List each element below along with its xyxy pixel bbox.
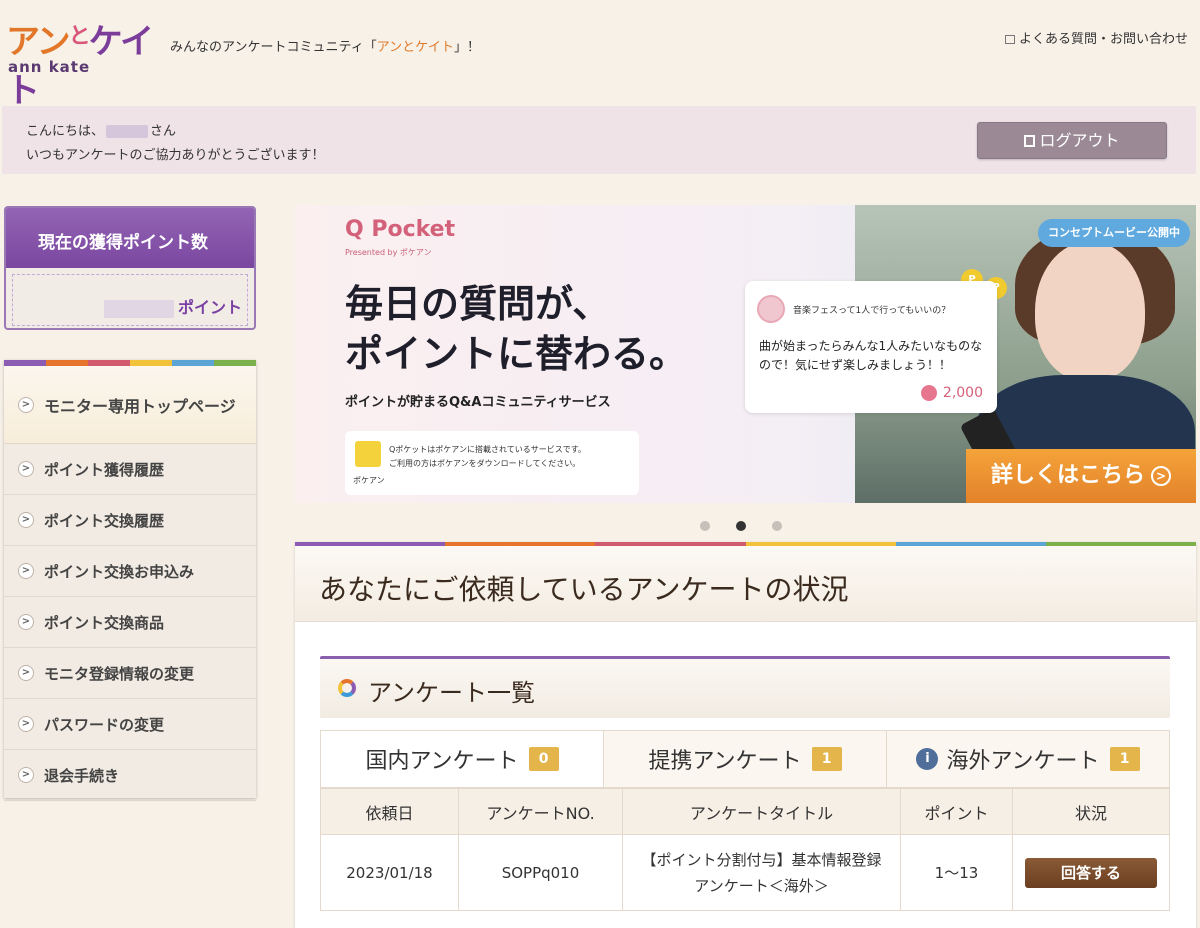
cell-no: SOPPq010 <box>458 834 623 911</box>
sidebar-item-point-history[interactable]: > ポイント獲得履歴 <box>4 444 256 495</box>
chevron-right-icon: > <box>18 716 34 732</box>
photo-face <box>1035 241 1145 381</box>
redacted-points <box>103 299 174 318</box>
cell-title: 【ポイント分割付与】基本情報登録 アンケート＜海外＞ <box>622 834 901 911</box>
chevron-right-icon: > <box>18 512 34 528</box>
table-row: 2023/01/18 SOPPq010 【ポイント分割付与】基本情報登録 アンケ… <box>320 834 1170 911</box>
points-value: ポイント <box>103 294 242 318</box>
stripe-segment <box>1045 542 1197 546</box>
chevron-right-icon: > <box>18 614 34 630</box>
column-header-no: アンケートNO. <box>458 788 623 835</box>
points-title: 現在の獲得ポイント数 <box>6 208 254 268</box>
chevron-right-icon: > <box>18 563 34 579</box>
sidebar-item-profile-edit[interactable]: > モニタ登録情報の変更 <box>4 648 256 699</box>
banner-note-text: Qポケットはポケアンに搭載されているサービスです。 ご利用の方はポケアンをダウン… <box>389 445 586 468</box>
stripe-segment <box>214 360 256 366</box>
greeting-hello: こんにちは、 さん <box>26 124 177 139</box>
banner-note-brand: ポケアン <box>353 476 385 485</box>
chevron-right-icon: > <box>18 767 34 783</box>
site-logo[interactable]: アンとケイト ann kate <box>6 14 166 111</box>
logout-button[interactable]: ログアウト <box>977 122 1167 159</box>
point-coin-icon <box>920 385 937 401</box>
sidebar-item-monitor-top[interactable]: > モニター専用トップページ <box>4 366 256 444</box>
column-header-status: 状況 <box>1012 788 1170 835</box>
tab-partner[interactable]: 提携アンケート 1 <box>604 730 887 788</box>
cell-points: 1～13 <box>900 834 1013 911</box>
stripe-segment <box>88 360 130 366</box>
sidebar-color-stripe <box>4 360 256 366</box>
sidebar-menu: > モニター専用トップページ > ポイント獲得履歴 > ポイント交換履歴 > ポイント交… <box>4 360 256 801</box>
window-icon <box>1004 35 1015 44</box>
qa-points: 2,000 <box>920 385 983 401</box>
stripe-segment <box>745 542 896 546</box>
avatar <box>757 295 785 323</box>
banner-qa-card: 音楽フェスって1人で行ってもいいの？ 曲が始まったらみんな1人みたいなものなので… <box>745 281 997 413</box>
stripe-segment <box>595 542 746 546</box>
chevron-right-icon: > <box>18 665 34 681</box>
banner-brand: Q Pocket <box>345 217 456 242</box>
arrow-circle-icon: > <box>1151 466 1171 486</box>
logout-icon <box>1024 135 1036 147</box>
promo-banner[interactable]: Q Pocket Presented by ポケアン 毎日の質問が、 ポイントに… <box>295 205 1196 503</box>
banner-presented-by: Presented by ポケアン <box>345 248 432 257</box>
survey-list-title: アンケート一覧 <box>368 679 536 707</box>
column-header-points: ポイント <box>900 788 1013 835</box>
ring-icon <box>338 679 356 697</box>
greeting-bar: こんにちは、 さん いつもアンケートのご協力ありがとうございます！ ログアウト <box>2 106 1196 174</box>
stripe-segment <box>46 360 88 366</box>
points-box: 現在の獲得ポイント数 ポイント <box>4 206 256 330</box>
survey-list-header: アンケート一覧 <box>320 656 1170 718</box>
banner-app-note: Qポケットはポケアンに搭載されているサービスです。 ご利用の方はポケアンをダウン… <box>345 431 639 495</box>
header: アンとケイト ann kate みんなのアンケートコミュニティ「アンとケイト」！… <box>0 0 1200 111</box>
stripe-segment <box>130 360 172 366</box>
chevron-right-icon: > <box>18 461 34 477</box>
stripe-segment <box>895 542 1046 546</box>
faq-link[interactable]: よくある質問・お問い合わせ <box>1004 28 1188 47</box>
survey-table: 依頼日 アンケートNO. アンケートタイトル ポイント 状況 2023/01/1… <box>320 788 1170 911</box>
count-badge: 1 <box>811 747 842 771</box>
chevron-right-icon: > <box>18 396 34 413</box>
survey-status-panel: あなたにご依頼しているアンケートの状況 アンケート一覧 国内アンケート 0 提携ア… <box>295 542 1197 928</box>
sidebar-item-exchange-apply[interactable]: > ポイント交換お申込み <box>4 546 256 597</box>
redacted-username <box>106 125 149 138</box>
sidebar-item-exchange-items[interactable]: > ポイント交換商品 <box>4 597 256 648</box>
site-tagline: みんなのアンケートコミュニティ「アンとケイト」！ <box>170 40 480 55</box>
page-title: あなたにご依頼しているアンケートの状況 <box>295 546 1196 622</box>
answer-button[interactable]: 回答する <box>1025 857 1157 888</box>
sidebar-item-exchange-history[interactable]: > ポイント交換履歴 <box>4 495 256 546</box>
stripe-segment <box>172 360 214 366</box>
stripe-segment <box>295 542 446 546</box>
concept-movie-badge[interactable]: コンセプトムービー公開中 <box>1038 219 1190 247</box>
pokean-app-icon <box>355 441 381 467</box>
cell-date: 2023/01/18 <box>320 834 459 911</box>
count-badge: 1 <box>1109 747 1140 771</box>
greeting-thanks: いつもアンケートのご協力ありがとうございます！ <box>26 148 325 163</box>
stripe-segment <box>4 360 46 366</box>
info-icon: i <box>916 748 939 770</box>
count-badge: 0 <box>528 747 559 771</box>
table-header-row: 依頼日 アンケートNO. アンケートタイトル ポイント 状況 <box>320 788 1170 835</box>
details-cta-button[interactable]: 詳しくはこちら > <box>966 449 1196 503</box>
carousel-dot[interactable] <box>700 521 710 531</box>
sidebar-item-password[interactable]: > パスワードの変更 <box>4 699 256 750</box>
cell-status: 回答する <box>1012 834 1170 911</box>
tab-domestic[interactable]: 国内アンケート 0 <box>320 730 604 788</box>
banner-headline: 毎日の質問が、 ポイントに替わる。 <box>345 282 688 376</box>
carousel-dot[interactable] <box>772 521 782 531</box>
stripe-segment <box>445 542 596 546</box>
qa-question: 音楽フェスって1人で行ってもいいの？ <box>793 306 951 316</box>
survey-tabs: 国内アンケート 0 提携アンケート 1 i 海外アンケート 1 <box>320 730 1170 788</box>
column-header-title: アンケートタイトル <box>622 788 901 835</box>
carousel-dots <box>700 516 808 535</box>
column-header-date: 依頼日 <box>320 788 459 835</box>
qa-answer: 曲が始まったらみんな1人みたいなものなので！気にせず楽しみましょう！！ <box>759 339 983 372</box>
sidebar-item-withdraw[interactable]: > 退会手続き <box>4 750 256 801</box>
logo-romaji: ann kate <box>8 58 91 76</box>
banner-subhead: ポイントが貯まるQ&Aコミュニティサービス <box>345 395 611 410</box>
main-color-stripe <box>295 542 1197 546</box>
carousel-dot-active[interactable] <box>736 521 746 531</box>
tab-overseas[interactable]: i 海外アンケート 1 <box>887 730 1170 788</box>
